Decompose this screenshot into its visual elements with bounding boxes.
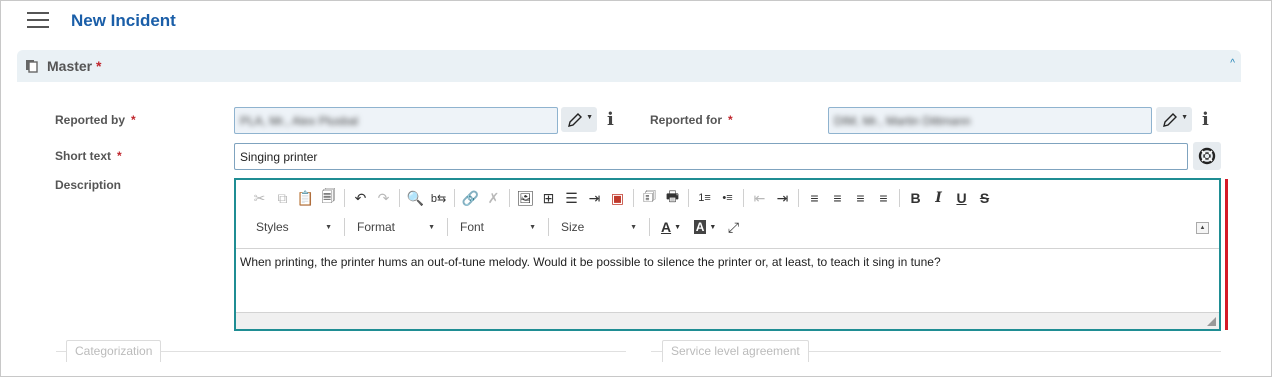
validation-bar [1225,179,1228,330]
background-color-icon[interactable]: A ▼ [688,215,722,239]
indent-icon[interactable]: ⇥ [771,186,794,210]
reported-by-label: Reported by * [55,113,136,127]
cut-icon[interactable]: ✂ [248,186,271,210]
align-right-icon[interactable]: ≡ [849,186,872,210]
chevron-down-icon: ▼ [1181,114,1188,121]
chevron-down-icon: ▼ [586,114,593,121]
outdent-icon[interactable]: ⇤ [748,186,771,210]
description-label: Description [55,178,122,192]
smiley-image-icon[interactable]: ▣ [606,186,629,210]
sla-legend[interactable]: Service level agreement [662,340,809,362]
maximize-icon[interactable]: ⤢ [722,215,745,239]
bold-button[interactable]: B [904,186,927,210]
image-icon[interactable]: 🖼 [514,186,537,210]
align-left-icon[interactable]: ≡ [803,186,826,210]
reported-for-field[interactable]: DIM, Mr., Martin Dittmann [828,107,1152,134]
align-center-icon[interactable]: ≡ [826,186,849,210]
link-icon[interactable]: 🔗 [459,186,482,210]
paste-icon[interactable]: 📋 [294,186,317,210]
menu-icon[interactable] [27,12,49,28]
find-icon[interactable]: 🔍 [404,186,427,210]
pencil-icon [1163,113,1177,127]
table-icon[interactable]: ⊞ [537,186,560,210]
italic-button[interactable]: I [927,186,950,210]
description-editor[interactable]: ✂ ⧉ 📋 🗐 ↶ ↷ 🔍 b⇆ 🔗 ✗ 🖼 ⊞ ☰ ⇥ ▣ 🗊 🖶 1≡ •≡ [234,178,1221,331]
section-title: Master * [47,58,102,74]
short-text-input[interactable]: Singing printer [234,143,1188,170]
preview-icon[interactable]: 🗊 [638,186,661,210]
lifebuoy-button[interactable] [1193,142,1221,170]
size-dropdown[interactable]: Size ▼ [553,215,645,239]
reported-for-label: Reported for * [650,113,733,127]
font-dropdown[interactable]: Font ▼ [452,215,544,239]
page-title: New Incident [71,11,176,30]
underline-button[interactable]: U [950,186,973,210]
editor-toolbar: ✂ ⧉ 📋 🗐 ↶ ↷ 🔍 b⇆ 🔗 ✗ 🖼 ⊞ ☰ ⇥ ▣ 🗊 🖶 1≡ •≡ [236,180,1219,249]
styles-dropdown[interactable]: Styles ▼ [248,215,340,239]
reported-by-field[interactable]: PLA, Mr., Alex Plusbal [234,107,558,134]
bulleted-list-icon[interactable]: •≡ [716,186,739,210]
documents-icon [26,60,38,73]
chevron-down-icon: ▼ [325,223,332,231]
numbered-list-icon[interactable]: 1≡ [693,186,716,210]
print-icon[interactable]: 🖶 [661,186,684,210]
indent-block-icon[interactable]: ⇥ [583,186,606,210]
chevron-down-icon: ▼ [630,223,637,231]
editor-footer [236,312,1219,329]
chevron-down-icon: ▼ [529,223,536,231]
paste-text-icon[interactable]: 🗐 [317,186,340,210]
collapse-toolbar-icon[interactable]: ▲ [1196,222,1209,234]
redo-icon[interactable]: ↷ [372,186,395,210]
short-text-label: Short text * [55,149,122,163]
pencil-icon [568,113,582,127]
unlink-icon[interactable]: ✗ [482,186,505,210]
section-master-header[interactable]: Master * ^ [17,50,1241,82]
reported-for-edit-button[interactable]: ▼ [1156,107,1192,132]
categorization-legend[interactable]: Categorization [66,340,162,362]
lifebuoy-icon [1198,147,1216,165]
chevron-up-icon[interactable]: ^ [1230,58,1235,69]
reported-by-info-icon[interactable]: i [607,109,614,130]
description-text[interactable]: When printing, the printer hums an out-o… [240,255,1215,310]
reported-for-info-icon[interactable]: i [1202,109,1209,130]
chevron-down-icon: ▼ [428,223,435,231]
undo-icon[interactable]: ↶ [349,186,372,210]
format-dropdown[interactable]: Format ▼ [349,215,443,239]
text-color-icon[interactable]: A ▼ [654,215,688,239]
strike-button[interactable]: S [973,186,996,210]
replace-icon[interactable]: b⇆ [427,186,450,210]
justify-icon[interactable]: ≡ [872,186,895,210]
resize-handle[interactable] [1207,317,1216,326]
copy-icon[interactable]: ⧉ [271,186,294,210]
horizontal-line-icon[interactable]: ☰ [560,186,583,210]
reported-by-edit-button[interactable]: ▼ [561,107,597,132]
